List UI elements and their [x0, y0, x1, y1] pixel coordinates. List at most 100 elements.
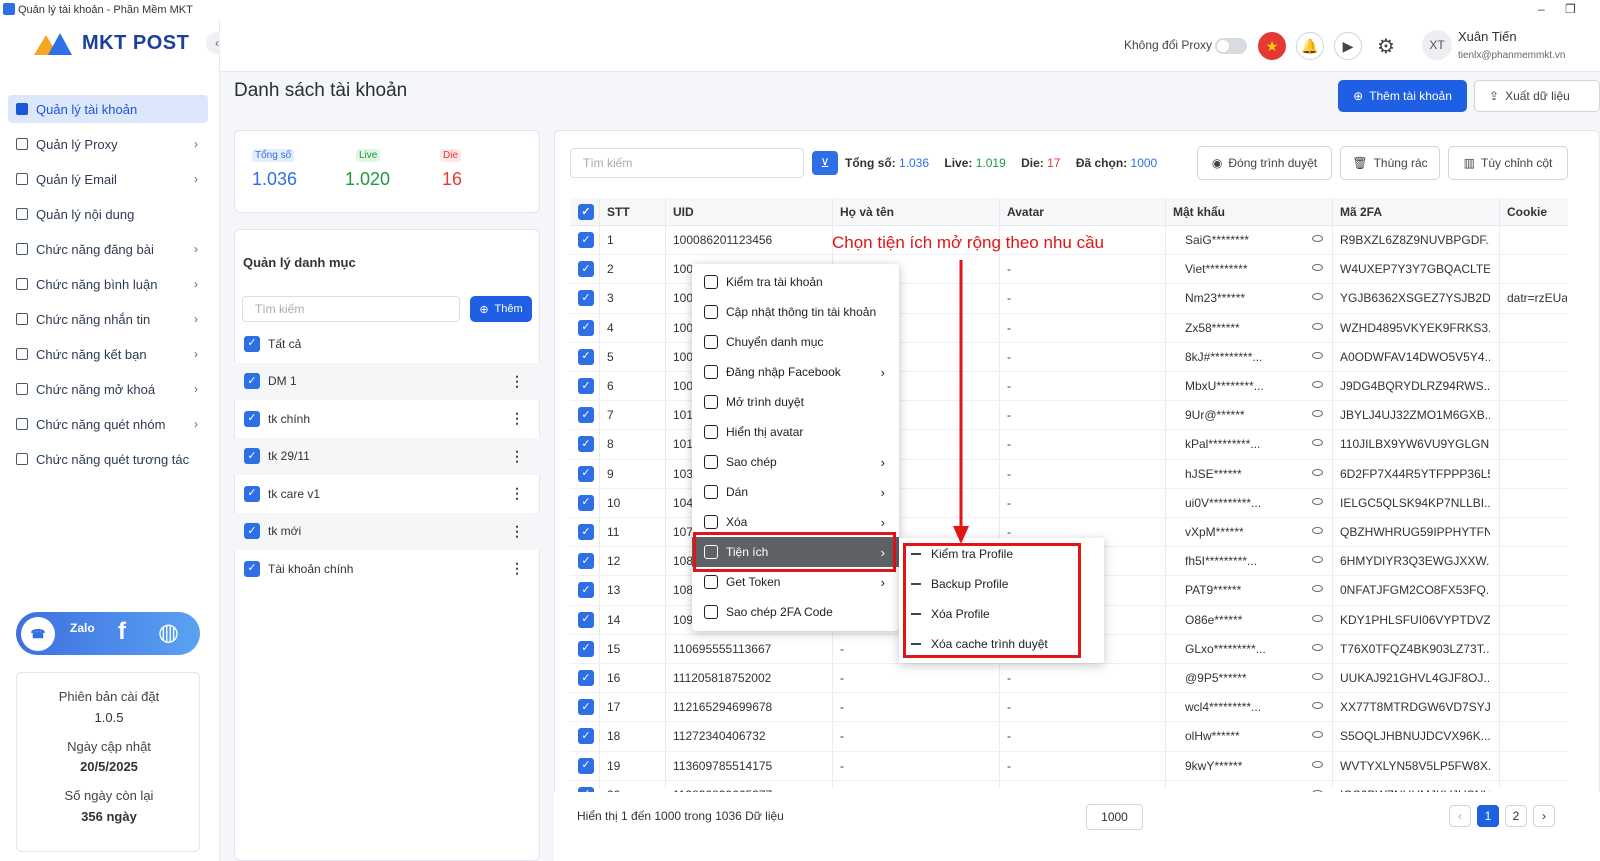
page-2-button[interactable]: 2	[1505, 805, 1527, 827]
eye-icon[interactable]	[1312, 614, 1323, 622]
eye-icon[interactable]	[1312, 235, 1323, 242]
cell-uid: 112165294699678	[673, 700, 773, 715]
cell-uid: 110695555113667	[673, 641, 772, 656]
folder-move-icon	[704, 335, 718, 349]
row-checkbox[interactable]: ✓	[578, 699, 594, 716]
cell-stt: 9	[607, 466, 614, 481]
context-menu-item[interactable]: Sao chép 2FA Code	[692, 597, 899, 627]
highlight-box-submenu	[903, 543, 1081, 658]
context-menu-label: Chuyển danh mục	[726, 335, 824, 349]
context-menu-item[interactable]: Kiểm tra tài khoản	[692, 267, 899, 297]
cell-stt: 1	[607, 233, 614, 247]
table-row[interactable]: ✓20113830839665377IOS6BWZNUUMJKVJUSNV	[570, 781, 1568, 792]
eye-icon[interactable]	[1312, 381, 1323, 388]
eye-icon[interactable]	[1312, 760, 1323, 768]
context-menu-item[interactable]: Sao chép ›	[692, 447, 899, 477]
cell-stt: 8	[607, 437, 614, 452]
eye-icon[interactable]	[1312, 527, 1323, 534]
context-menu-item[interactable]: Đăng nhập Facebook ›	[692, 357, 899, 387]
context-menu-label: Cập nhật thông tin tài khoản	[726, 305, 877, 319]
table-row[interactable]: ✓ 18 11272340406732 - - olHw****** S5OQLJHBNUJ…	[570, 722, 1568, 752]
context-menu-label: Mở trình duyệt	[726, 395, 804, 409]
eye-icon[interactable]	[1312, 264, 1323, 272]
context-menu-item[interactable]: Mở trình duyệt	[692, 387, 899, 417]
cell-2fa: XX77T8MTRDGW6VD7SYJ...	[1340, 700, 1490, 715]
cell-password: vXpM******	[1185, 525, 1244, 539]
context-menu-item[interactable]: Dán ›	[692, 477, 899, 507]
row-checkbox[interactable]: ✓	[578, 465, 594, 482]
eye-icon[interactable]	[1312, 322, 1323, 330]
cell-2fa: T76X0TFQZ4BK903LZ73T...	[1340, 641, 1490, 656]
cell-stt: 10	[607, 495, 621, 510]
eye-icon[interactable]	[1312, 556, 1323, 564]
context-menu-item[interactable]: Cập nhật thông tin tài khoản	[692, 297, 899, 327]
context-menu-label: Đăng nhập Facebook	[726, 365, 841, 379]
prev-page-button[interactable]: ‹	[1449, 805, 1471, 827]
cell-avatar: -	[1007, 437, 1011, 452]
eye-icon[interactable]	[1312, 731, 1323, 739]
eye-icon[interactable]	[1312, 439, 1323, 447]
cell-avatar: -	[1007, 495, 1011, 510]
eye-icon[interactable]	[1312, 468, 1323, 476]
table-row[interactable]: ✓ 17 112165294699678 - - wcl4*********... XX77…	[570, 693, 1568, 723]
context-menu-label: Kiểm tra tài khoản	[726, 275, 823, 289]
copy-icon	[704, 455, 718, 469]
table-footer	[554, 792, 1600, 861]
eye-icon[interactable]	[1312, 293, 1323, 301]
row-checkbox[interactable]: ✓	[578, 348, 594, 365]
row-checkbox[interactable]: ✓	[578, 261, 594, 278]
cell-2fa: J9DG4BQRYDLRZ94RWS...	[1340, 379, 1490, 393]
eye-icon[interactable]	[1312, 410, 1323, 418]
eye-icon[interactable]	[1312, 497, 1323, 505]
page-size-select[interactable]: 1000	[1086, 804, 1143, 830]
table-row[interactable]: ✓ 16 111205818752002 - - @9P5****** UUKAJ921GH…	[570, 664, 1568, 694]
cell-avatar: -	[1007, 466, 1011, 481]
row-checkbox[interactable]: ✓	[578, 553, 594, 570]
cell-password: Nm23******	[1185, 291, 1246, 306]
row-checkbox[interactable]: ✓	[578, 436, 594, 453]
cell-name: -	[840, 700, 844, 715]
row-checkbox[interactable]: ✓	[578, 232, 594, 248]
cell-2fa: UUKAJ921GHVL4GJF8OJ...	[1340, 671, 1490, 685]
cell-stt: 19	[607, 758, 621, 773]
row-checkbox[interactable]: ✓	[578, 524, 594, 540]
context-menu-item[interactable]: Chuyển danh mục	[692, 327, 899, 357]
row-checkbox[interactable]: ✓	[578, 582, 594, 599]
row-checkbox[interactable]: ✓	[578, 494, 594, 511]
table-row[interactable]: ✓ 19 113609785514175 - - 9kwY****** WVTYXLYN58…	[570, 752, 1568, 781]
row-checkbox[interactable]: ✓	[578, 378, 594, 394]
cell-2fa: W4UXEP7Y3Y7GBQACLTE...	[1340, 262, 1490, 277]
eye-icon[interactable]	[1312, 585, 1323, 593]
cell-2fa: IELGC5QLSK94KP7NLLBI...	[1340, 495, 1490, 510]
context-menu-item[interactable]: Hiển thị avatar	[692, 417, 899, 447]
row-checkbox[interactable]: ✓	[578, 319, 594, 336]
row-checkbox[interactable]: ✓	[578, 290, 594, 307]
row-checkbox[interactable]: ✓	[578, 728, 594, 745]
eye-icon[interactable]	[1312, 673, 1323, 680]
cell-password: olHw******	[1185, 729, 1240, 744]
cell-stt: 5	[607, 349, 614, 364]
row-checkbox[interactable]: ✓	[578, 407, 594, 424]
cell-2fa: KDY1PHLSFUI06VYPTDVZ...	[1340, 612, 1490, 627]
eye-icon[interactable]	[1312, 351, 1323, 359]
eye-icon[interactable]	[1312, 702, 1323, 710]
cell-avatar: -	[1007, 671, 1011, 685]
upload-icon	[704, 305, 718, 319]
row-checkbox[interactable]: ✓	[578, 640, 594, 657]
next-page-button[interactable]: ›	[1533, 805, 1555, 827]
page-1-button[interactable]: 1	[1477, 805, 1499, 827]
row-checkbox[interactable]: ✓	[578, 757, 594, 774]
row-checkbox[interactable]: ✓	[578, 670, 594, 686]
cell-password: Zx58******	[1185, 320, 1240, 335]
cell-2fa: QBZHWHRUG59IPPHYTFN...	[1340, 525, 1490, 539]
cell-password: fh5I*********...	[1185, 554, 1258, 569]
days-left-value: 356 ngày	[81, 809, 137, 824]
cell-password: 8kJ#*********...	[1185, 349, 1263, 364]
annotation-arrow	[953, 260, 969, 544]
cell-stt: 18	[607, 729, 621, 744]
cell-avatar: -	[1007, 262, 1011, 277]
eye-icon[interactable]	[1312, 643, 1323, 651]
row-checkbox[interactable]: ✓	[578, 611, 594, 628]
cell-password: ui0V*********...	[1185, 495, 1262, 510]
cell-avatar: -	[1007, 525, 1011, 539]
